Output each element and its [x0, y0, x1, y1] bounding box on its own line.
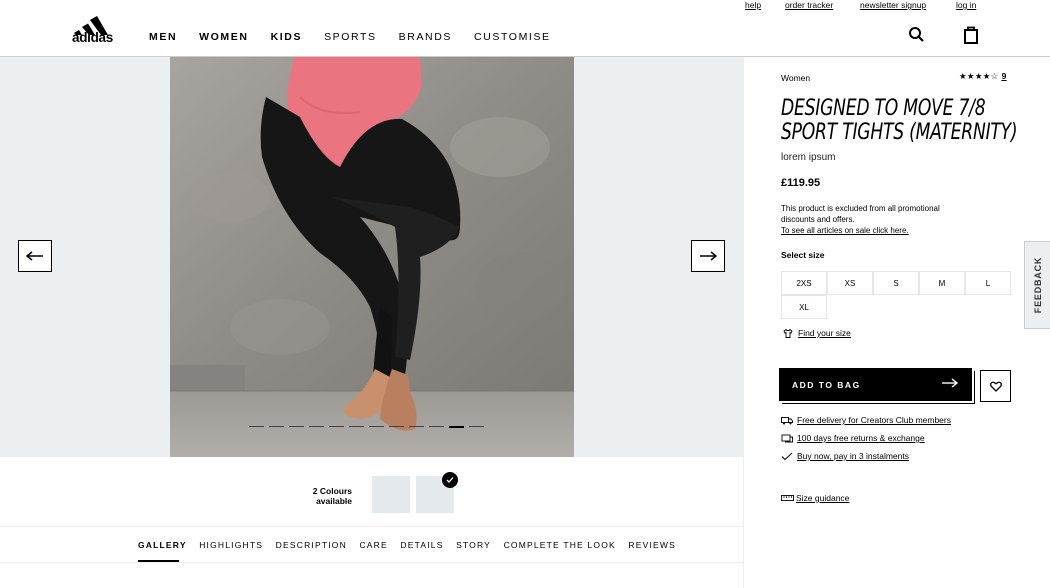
panel-divider: [743, 57, 744, 588]
tab-description[interactable]: DESCRIPTION: [276, 540, 347, 550]
logo-wordmark: adidas: [72, 30, 113, 45]
product-price: £119.95: [781, 177, 821, 189]
rating[interactable]: ★★★★☆ 9: [959, 71, 1007, 82]
review-count-link[interactable]: 9: [1002, 71, 1007, 81]
gallery-dot[interactable]: [329, 426, 344, 427]
perk-link[interactable]: 100 days free returns & exchange: [797, 433, 925, 443]
size-guidance[interactable]: Size guidance: [781, 493, 849, 503]
arrow-right-icon: [700, 251, 717, 261]
tab-complete-the-look[interactable]: COMPLETE THE LOOK: [504, 540, 616, 550]
gallery-dot[interactable]: [309, 426, 324, 427]
size-option[interactable]: S: [873, 271, 919, 295]
product-title-line: SPORT TIGHTS (MATERNITY): [781, 120, 1018, 145]
perk-instalments[interactable]: Buy now, pay in 3 instalments: [781, 451, 909, 461]
find-your-size-link[interactable]: Find your size: [798, 328, 851, 338]
gallery-pagination: [249, 425, 484, 428]
site-header: help order tracker newsletter signup log…: [0, 0, 1050, 57]
gallery-dot[interactable]: [269, 426, 284, 427]
gallery-dot[interactable]: [289, 426, 304, 427]
tab-details[interactable]: DETAILS: [400, 540, 443, 550]
login-link[interactable]: log in: [956, 0, 976, 10]
product-gallery: [0, 57, 743, 457]
active-tab-indicator: [138, 560, 179, 562]
shopping-bag-icon[interactable]: [962, 26, 980, 44]
nav-women[interactable]: WOMEN: [199, 31, 248, 43]
find-your-size[interactable]: Find your size: [783, 328, 851, 338]
colours-available-label: 2 Colours available: [300, 486, 352, 506]
main-nav: MEN WOMEN KIDS SPORTS BRANDS CUSTOMISE: [149, 31, 573, 43]
ruler-icon: [781, 495, 794, 501]
gallery-dot[interactable]: [249, 426, 264, 427]
help-link[interactable]: help: [745, 0, 761, 10]
feedback-label: FEEDBACK: [1032, 256, 1043, 314]
nav-kids[interactable]: KIDS: [271, 31, 303, 43]
tab-highlights[interactable]: HIGHLIGHTS: [199, 540, 263, 550]
newsletter-signup-link[interactable]: newsletter signup: [860, 0, 926, 10]
tab-story[interactable]: STORY: [456, 540, 491, 550]
product-category: Women: [781, 73, 811, 83]
product-tabs: GALLERY HIGHLIGHTS DESCRIPTION CARE DETAILS S…: [138, 540, 689, 550]
wishlist-button[interactable]: [980, 370, 1011, 402]
gallery-dot[interactable]: [389, 426, 404, 427]
nav-customise[interactable]: CUSTOMISE: [474, 31, 551, 43]
product-image[interactable]: [170, 57, 574, 457]
gallery-dot[interactable]: [449, 425, 464, 428]
heart-icon: [989, 381, 1002, 392]
colours-count: 2 Colours: [312, 486, 352, 496]
nav-brands[interactable]: BRANDS: [399, 31, 452, 43]
divider: [0, 562, 743, 563]
gallery-dot[interactable]: [429, 426, 444, 427]
size-option[interactable]: M: [919, 271, 965, 295]
tab-care[interactable]: CARE: [359, 540, 387, 550]
checkmark-icon: [781, 452, 793, 460]
select-size-label: Select size: [781, 250, 825, 260]
previous-image-button[interactable]: [18, 240, 52, 272]
product-subtitle: lorem ipsum: [781, 152, 836, 163]
product-photo-illustration: [170, 57, 574, 457]
gallery-dot[interactable]: [409, 426, 424, 427]
promo-notice: This product is excluded from all promot…: [781, 203, 971, 236]
colour-swatch[interactable]: [372, 476, 410, 513]
perk-free-returns[interactable]: 100 days free returns & exchange: [781, 433, 925, 443]
product-title-line: DESIGNED TO MOVE 7/8: [781, 96, 986, 121]
next-image-button[interactable]: [691, 240, 725, 272]
size-option[interactable]: 2XS: [781, 271, 827, 295]
tab-reviews[interactable]: REVIEWS: [628, 540, 676, 550]
colours-available-text: available: [316, 496, 352, 506]
returns-exchange-icon: [781, 434, 793, 442]
tab-gallery[interactable]: GALLERY: [138, 540, 187, 550]
perk-free-delivery[interactable]: Free delivery for Creators Club members: [781, 415, 951, 425]
promo-text: discounts and offers.: [781, 215, 855, 224]
arrow-left-icon: [26, 251, 43, 261]
order-tracker-link[interactable]: order tracker: [785, 0, 833, 10]
adidas-logo[interactable]: adidas: [72, 9, 120, 45]
size-option[interactable]: XS: [827, 271, 873, 295]
gallery-dot[interactable]: [469, 426, 484, 427]
add-to-bag-label: ADD TO BAG: [792, 379, 861, 390]
perk-link[interactable]: Free delivery for Creators Club members: [797, 415, 951, 425]
search-icon[interactable]: [908, 26, 926, 44]
arrow-right-icon: [942, 378, 958, 388]
nav-sports[interactable]: SPORTS: [324, 31, 377, 43]
gallery-dot[interactable]: [369, 426, 384, 427]
perk-link[interactable]: Buy now, pay in 3 instalments: [797, 451, 909, 461]
divider: [0, 526, 743, 527]
size-guidance-link[interactable]: Size guidance: [796, 493, 849, 503]
nav-men[interactable]: MEN: [149, 31, 177, 43]
sale-link[interactable]: To see all articles on sale click here.: [781, 225, 971, 236]
promo-text: This product is excluded from all promot…: [781, 204, 940, 213]
add-to-bag-button[interactable]: ADD TO BAG: [779, 368, 972, 401]
size-option[interactable]: L: [965, 271, 1011, 295]
size-option[interactable]: XL: [781, 295, 827, 319]
delivery-truck-icon: [781, 416, 793, 424]
checkmark-icon: [442, 472, 458, 488]
product-title: DESIGNED TO MOVE 7/8 SPORT TIGHTS (MATER…: [781, 97, 1023, 145]
star-rating-icon: ★★★★☆: [959, 71, 999, 81]
feedback-tab[interactable]: FEEDBACK: [1024, 241, 1050, 329]
gallery-dot[interactable]: [349, 426, 364, 427]
tshirt-icon: [783, 328, 793, 338]
